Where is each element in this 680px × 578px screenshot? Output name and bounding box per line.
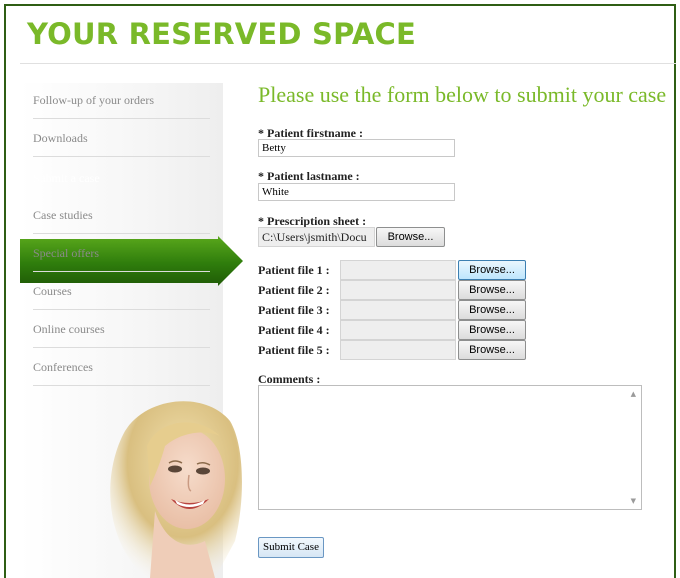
lastname-label: * Patient lastname :	[258, 169, 360, 183]
sidebar-item-label: Special offers	[33, 246, 100, 260]
comments-textarea[interactable]: ▲ ▼	[258, 385, 642, 510]
sidebar-item-label: Submit a case	[33, 171, 100, 185]
patient-file-3-field[interactable]	[340, 300, 456, 320]
firstname-field[interactable]: Betty	[258, 139, 455, 157]
form-heading: Please use the form below to submit your…	[258, 82, 667, 107]
patient-file-4-field[interactable]	[340, 320, 456, 340]
submit-case-button[interactable]: Submit Case	[258, 537, 324, 558]
prescription-file-field[interactable]: C:\Users\jsmith\Docu	[258, 227, 375, 247]
sidebar-item-label: Online courses	[33, 322, 105, 336]
sidebar-item-conferences[interactable]: Conferences	[20, 350, 223, 388]
sidebar-item-label: Courses	[33, 284, 72, 298]
header-divider	[20, 63, 676, 64]
patient-file-3-label: Patient file 3 :	[258, 303, 330, 317]
sidebar-item-special-offers[interactable]: Special offers	[20, 236, 223, 274]
sidebar-item-submit-case[interactable]: Submit a case	[20, 159, 223, 198]
smiling-woman-photo	[110, 401, 242, 578]
site-logo-title: YOUR RESERVED SPACE	[27, 17, 416, 51]
prescription-browse-button[interactable]: Browse...	[376, 227, 445, 247]
patient-file-5-label: Patient file 5 :	[258, 343, 330, 357]
sidebar-item-label: Case studies	[33, 208, 93, 222]
patient-file-2-browse-button[interactable]: Browse...	[458, 280, 526, 300]
sidebar-item-downloads[interactable]: Downloads	[20, 121, 223, 159]
patient-file-4-browse-button[interactable]: Browse...	[458, 320, 526, 340]
sidebar-item-label: Follow-up of your orders	[33, 93, 154, 107]
scroll-up-icon[interactable]: ▲	[631, 390, 636, 398]
sidebar-item-online-courses[interactable]: Online courses	[20, 312, 223, 350]
patient-file-1-label: Patient file 1 :	[258, 263, 330, 277]
patient-file-3-browse-button[interactable]: Browse...	[458, 300, 526, 320]
patient-file-5-field[interactable]	[340, 340, 456, 360]
sidebar-nav: Follow-up of your orders Downloads Submi…	[20, 83, 223, 388]
patient-file-5-browse-button[interactable]: Browse...	[458, 340, 526, 360]
lastname-field[interactable]: White	[258, 183, 455, 201]
patient-file-1-field[interactable]	[340, 260, 456, 280]
patient-file-2-field[interactable]	[340, 280, 456, 300]
sidebar-item-label: Conferences	[33, 360, 93, 374]
sidebar-item-label: Downloads	[33, 131, 88, 145]
patient-file-2-label: Patient file 2 :	[258, 283, 330, 297]
sidebar-item-case-studies[interactable]: Case studies	[20, 198, 223, 236]
patient-file-1-browse-button[interactable]: Browse...	[458, 260, 526, 280]
sidebar-item-courses[interactable]: Courses	[20, 274, 223, 312]
sidebar-item-follow-up[interactable]: Follow-up of your orders	[20, 83, 223, 121]
patient-file-4-label: Patient file 4 :	[258, 323, 330, 337]
scroll-down-icon[interactable]: ▼	[631, 497, 636, 505]
